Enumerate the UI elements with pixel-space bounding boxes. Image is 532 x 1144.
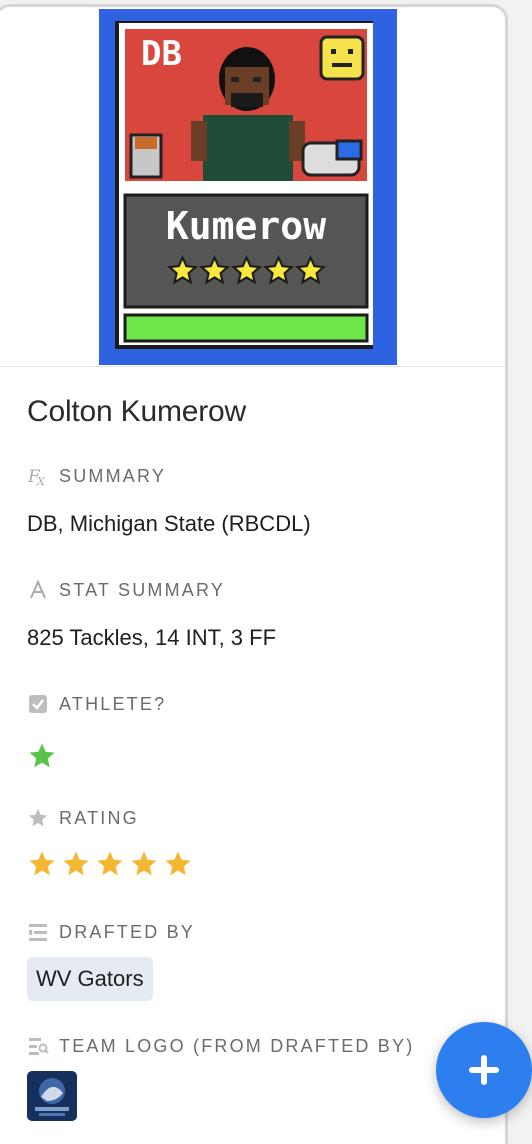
field-label-athlete: ATHLETE? xyxy=(27,693,166,715)
star-icon xyxy=(28,808,48,827)
summary-label: SUMMARY xyxy=(59,465,167,486)
rating-label: RATING xyxy=(59,807,139,828)
team-logo-label: TEAM LOGO (FROM DRAFTED BY) xyxy=(59,1035,415,1056)
field-label-rating: RATING xyxy=(27,807,139,829)
rating-stars[interactable] xyxy=(27,849,193,879)
field-label-team-logo: TEAM LOGO (FROM DRAFTED BY) xyxy=(27,1035,414,1057)
rating-star-icon[interactable] xyxy=(163,849,193,879)
stat-summary-value[interactable]: 825 Tackles, 14 INT, 3 FF xyxy=(27,625,276,651)
athlete-label: ATHLETE? xyxy=(59,693,167,714)
team-logo-image xyxy=(27,1071,77,1121)
link-icon xyxy=(29,924,47,941)
athlete-checked-star-icon[interactable] xyxy=(27,741,57,771)
rating-star-icon[interactable] xyxy=(95,849,125,879)
field-label-drafted-by: DRAFTED BY xyxy=(27,921,195,943)
card-position: DB xyxy=(141,34,182,74)
svg-text:x: x xyxy=(36,475,47,487)
rating-star-icon[interactable] xyxy=(61,849,91,879)
summary-value[interactable]: DB, Michigan State (RBCDL) xyxy=(27,511,311,537)
cover-image[interactable]: DB Kumerow xyxy=(0,7,505,367)
text-icon xyxy=(30,579,46,599)
player-card-art: DB Kumerow xyxy=(99,9,397,365)
rating-star-icon[interactable] xyxy=(27,849,57,879)
add-button[interactable] xyxy=(436,1022,532,1118)
record-title: Colton Kumerow xyxy=(27,395,246,428)
drafted-by-chip[interactable]: WV Gators xyxy=(27,957,153,1001)
team-logo-thumbnail[interactable] xyxy=(27,1071,77,1121)
field-label-stat-summary: STAT SUMMARY xyxy=(27,579,225,601)
checkbox-icon xyxy=(29,695,47,713)
record-card: DB Kumerow Colton Kumerow F X SUMMARY DB… xyxy=(0,4,508,1144)
field-label-summary: f x SUMMARY xyxy=(27,465,167,488)
stat-summary-label: STAT SUMMARY xyxy=(59,579,226,600)
lookup-icon xyxy=(29,1038,49,1055)
card-name: Kumerow xyxy=(166,204,326,248)
formula-icon: f x xyxy=(27,467,47,487)
drafted-by-label: DRAFTED BY xyxy=(59,921,196,942)
plus-icon xyxy=(469,1055,499,1085)
rating-star-icon[interactable] xyxy=(129,849,159,879)
